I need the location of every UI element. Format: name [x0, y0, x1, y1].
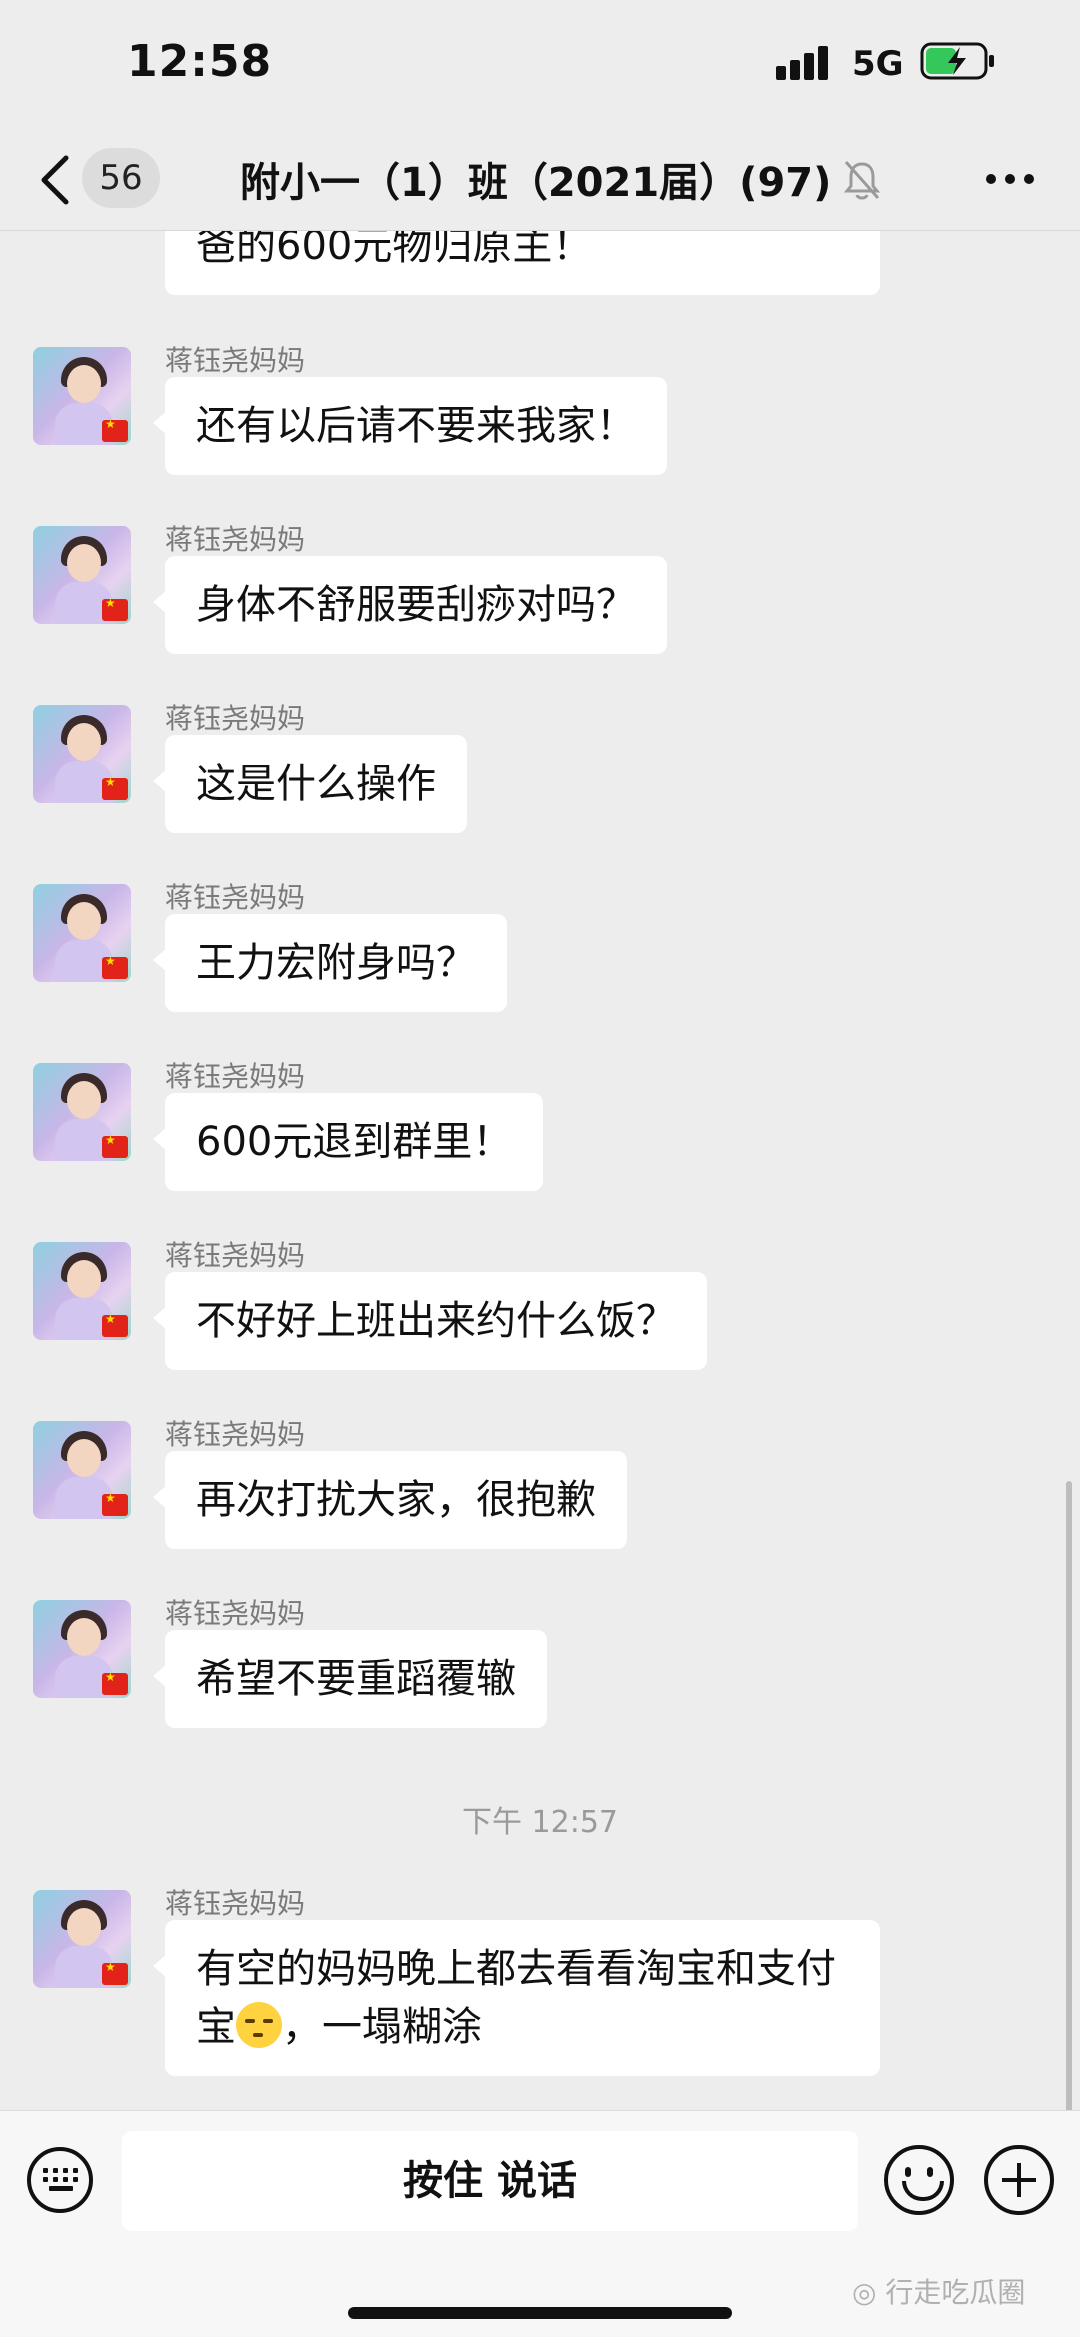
sender-name: 蒋钰尧妈妈	[165, 1239, 306, 1272]
sender-name: 蒋钰尧妈妈	[165, 523, 306, 556]
flag-icon	[102, 954, 128, 979]
unread-count-badge[interactable]: 56	[82, 148, 160, 208]
more-icon[interactable]	[980, 156, 1040, 200]
avatar[interactable]	[33, 1421, 131, 1519]
back-icon[interactable]	[36, 152, 76, 208]
message-list[interactable]: 爸的600元物归原主！ 蒋钰尧妈妈 还有以后请不要来我家！ 蒋钰尧妈妈 身体不舒…	[0, 231, 1080, 2111]
avatar[interactable]	[33, 1063, 131, 1161]
signal-icon	[776, 44, 836, 80]
message-text: ，一塌糊涂	[282, 2004, 482, 2050]
message-bubble[interactable]: 这是什么操作	[153, 735, 467, 833]
watermark: ◎ 行走吃瓜圈	[852, 2271, 1025, 2311]
flag-icon	[102, 775, 128, 800]
message-bubble[interactable]: 不好好上班出来约什么饭？	[153, 1272, 707, 1370]
chat-header: 56 附小一（1）班（2021届）(97)	[0, 130, 1080, 231]
message-bubble[interactable]: 有空的妈妈晚上都去看看淘宝和支付宝 ，一塌糊涂	[153, 1920, 880, 2076]
avatar[interactable]	[33, 526, 131, 624]
avatar[interactable]	[33, 1890, 131, 1988]
message-bubble[interactable]: 爸的600元物归原主！	[165, 231, 880, 295]
flag-icon	[102, 1491, 128, 1516]
chat-title: 附小一（1）班（2021届）(97)	[240, 160, 832, 206]
home-indicator[interactable]	[348, 2307, 732, 2319]
wechat-logo-icon: ◎	[852, 2276, 877, 2309]
avatar[interactable]	[33, 884, 131, 982]
plus-icon[interactable]	[984, 2145, 1054, 2215]
emoji-icon[interactable]	[884, 2145, 954, 2215]
unamused-face-emoji	[236, 2002, 282, 2048]
flag-icon	[102, 1670, 128, 1695]
message-bubble[interactable]: 希望不要重蹈覆辙	[153, 1630, 547, 1728]
mute-bell-icon	[843, 161, 881, 200]
message-bubble[interactable]: 还有以后请不要来我家！	[153, 377, 667, 475]
battery-charging-icon	[920, 42, 994, 80]
sender-name: 蒋钰尧妈妈	[165, 344, 306, 377]
message-bubble[interactable]: 身体不舒服要刮痧对吗？	[153, 556, 667, 654]
flag-icon	[102, 1133, 128, 1158]
watermark-text: 行走吃瓜圈	[885, 2276, 1026, 2309]
message-timestamp: 下午 12:57	[462, 1805, 618, 1840]
sender-name: 蒋钰尧妈妈	[165, 702, 306, 735]
hold-to-talk-button[interactable]: 按住 说话	[122, 2131, 858, 2231]
avatar[interactable]	[33, 705, 131, 803]
sender-name: 蒋钰尧妈妈	[165, 881, 306, 914]
flag-icon	[102, 417, 128, 442]
sender-name: 蒋钰尧妈妈	[165, 1060, 306, 1093]
network-type: 5G	[852, 44, 904, 84]
flag-icon	[102, 1312, 128, 1337]
keyboard-icon[interactable]	[27, 2147, 93, 2213]
scrollbar[interactable]	[1066, 1481, 1072, 2111]
status-bar: 12:58 5G	[0, 0, 1080, 130]
status-time: 12:58	[127, 36, 273, 87]
sender-name: 蒋钰尧妈妈	[165, 1597, 306, 1630]
sender-name: 蒋钰尧妈妈	[165, 1887, 306, 1920]
message-bubble[interactable]: 600元退到群里！	[152, 1093, 544, 1191]
avatar[interactable]	[33, 347, 131, 445]
message-bubble[interactable]: 王力宏附身吗？	[153, 914, 507, 1012]
message-bubble[interactable]: 再次打扰大家，很抱歉	[153, 1451, 627, 1549]
sender-name: 蒋钰尧妈妈	[165, 1418, 306, 1451]
avatar[interactable]	[33, 1600, 131, 1698]
flag-icon	[102, 596, 128, 621]
flag-icon	[102, 1960, 128, 1985]
input-bar: 按住 说话 ◎ 行走吃瓜圈	[0, 2110, 1080, 2337]
avatar[interactable]	[33, 1242, 131, 1340]
